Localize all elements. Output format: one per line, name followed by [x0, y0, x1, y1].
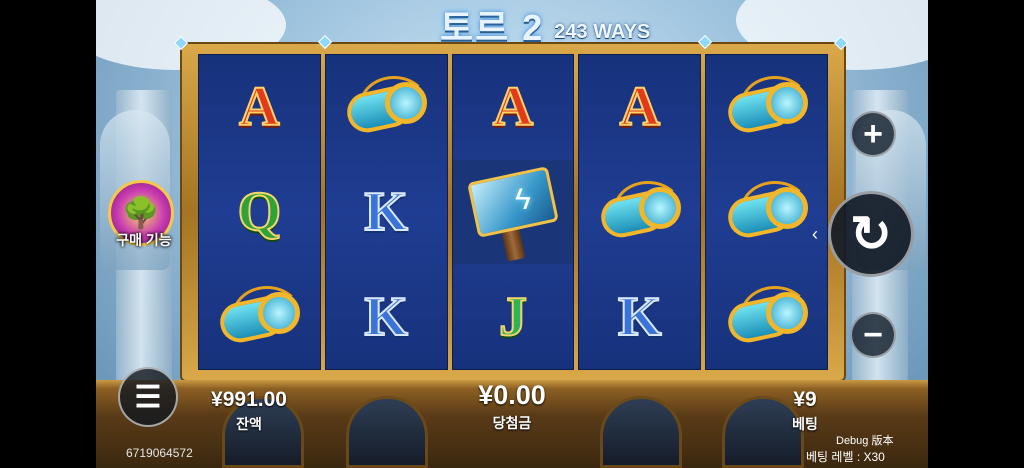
reel-1: AQ — [198, 54, 321, 370]
symbol-a: A — [492, 76, 534, 139]
increase-bet-button[interactable]: + — [850, 111, 896, 157]
reel-cell: Q — [199, 160, 320, 265]
hammer-wild-symbol-icon: ϟ — [458, 160, 568, 264]
bet-value: ¥9 — [793, 388, 817, 411]
horn-cup-symbol-icon — [595, 181, 685, 243]
arch — [600, 396, 682, 468]
minus-icon: − — [863, 316, 883, 354]
menu-button[interactable]: ☰ — [118, 367, 178, 427]
reel-cell — [706, 160, 827, 265]
win-display: ¥0.00 당첨금 — [448, 380, 576, 433]
reel-cell — [326, 55, 447, 160]
buy-feature-button[interactable]: 🌳 구매 기능 — [104, 180, 180, 256]
horn-cup-symbol-icon — [722, 285, 812, 348]
reel-cell: K — [326, 264, 447, 369]
balance-value: ¥991.00 — [211, 388, 287, 411]
balance-display: ¥991.00 잔액 — [190, 388, 308, 434]
menu-icon: ☰ — [134, 380, 162, 414]
reel-cell — [579, 160, 700, 265]
bet-display[interactable]: ¥9 베팅 — [760, 388, 850, 434]
arch — [346, 396, 428, 468]
reel-cell: A — [453, 55, 574, 160]
horn-cup-symbol-icon — [341, 76, 431, 138]
plus-icon: + — [863, 115, 883, 153]
horn-cup-symbol-icon — [214, 285, 304, 348]
win-value: ¥0.00 — [478, 380, 546, 410]
reel-cell: A — [579, 55, 700, 160]
chevron-left-icon: ‹ — [812, 224, 818, 244]
reel-cell: A — [199, 55, 320, 160]
reel-grid: AQKKAϟJAK — [198, 54, 828, 370]
reel-4: AK — [578, 54, 702, 370]
decrease-bet-button[interactable]: − — [850, 312, 896, 358]
reel-cell — [706, 264, 827, 369]
reel-cell — [199, 264, 320, 369]
debug-label: Debug 版本 — [836, 435, 894, 447]
buy-feature-label: 구매 기능 — [116, 232, 172, 248]
symbol-q: Q — [237, 181, 283, 243]
symbol-j: J — [498, 285, 528, 348]
symbol-k: K — [363, 181, 409, 243]
symbol-a: A — [238, 76, 280, 139]
screen: 토르 2 243 WAYS AQKKAϟJAK ¥991.00 잔액 ¥0.00… — [0, 0, 1024, 468]
ways-label: 243 WAYS — [554, 21, 651, 43]
reel-2: KK — [324, 54, 448, 370]
reel-5 — [705, 54, 828, 370]
win-label: 당첨금 — [492, 415, 532, 431]
symbol-k: K — [363, 285, 409, 348]
reel-cell: K — [579, 264, 700, 369]
horn-cup-symbol-icon — [722, 76, 812, 138]
symbol-k: K — [617, 285, 663, 348]
reel-cell: K — [326, 160, 447, 265]
reel-frame: AQKKAϟJAK — [173, 34, 849, 382]
bet-label: 베팅 — [792, 416, 818, 432]
symbol-a: A — [619, 76, 661, 139]
reel-cell: J — [453, 264, 574, 369]
spin-icon: ↻ — [850, 206, 892, 262]
reel-3: AϟJ — [451, 54, 575, 370]
session-id: 6719064572 — [126, 446, 193, 460]
horn-cup-symbol-icon — [722, 181, 812, 243]
spin-button[interactable]: ↻ — [828, 191, 914, 277]
balance-label: 잔액 — [236, 416, 262, 432]
reel-cell: ϟ — [452, 159, 574, 265]
reel-cell — [706, 55, 827, 160]
bet-level: 베팅 레벨 : X30 — [806, 450, 885, 464]
